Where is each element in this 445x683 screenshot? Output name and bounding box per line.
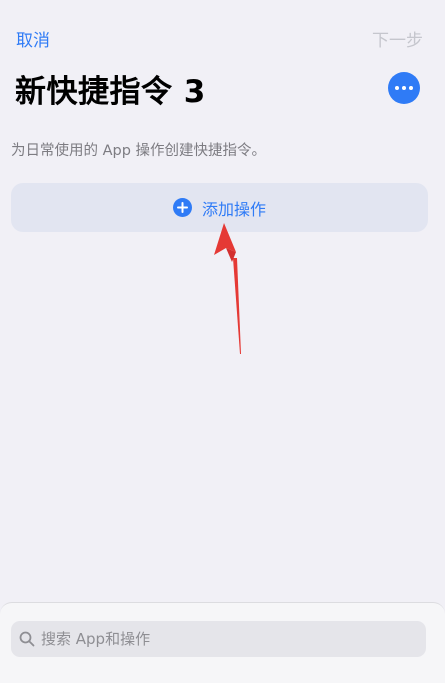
page-description: 为日常使用的 App 操作创建快捷指令。 — [11, 143, 267, 159]
search-icon — [19, 631, 35, 647]
more-options-button[interactable] — [388, 72, 420, 104]
cancel-button[interactable]: 取消 — [16, 26, 50, 51]
actions-bottom-sheet — [0, 602, 445, 683]
add-action-button[interactable]: 添加操作 — [11, 183, 428, 232]
page-title: 新快捷指令 3 — [15, 74, 206, 110]
shortcut-editor-screen: 取消 下一步 新快捷指令 3 为日常使用的 App 操作创建快捷指令。 添加操作 — [0, 0, 445, 683]
add-action-label: 添加操作 — [201, 199, 266, 219]
next-step-button[interactable]: 下一步 — [372, 26, 423, 51]
plus-circle-icon — [172, 198, 192, 217]
ellipsis-icon — [395, 86, 413, 90]
search-input[interactable] — [41, 630, 401, 648]
search-bar[interactable] — [11, 621, 426, 657]
